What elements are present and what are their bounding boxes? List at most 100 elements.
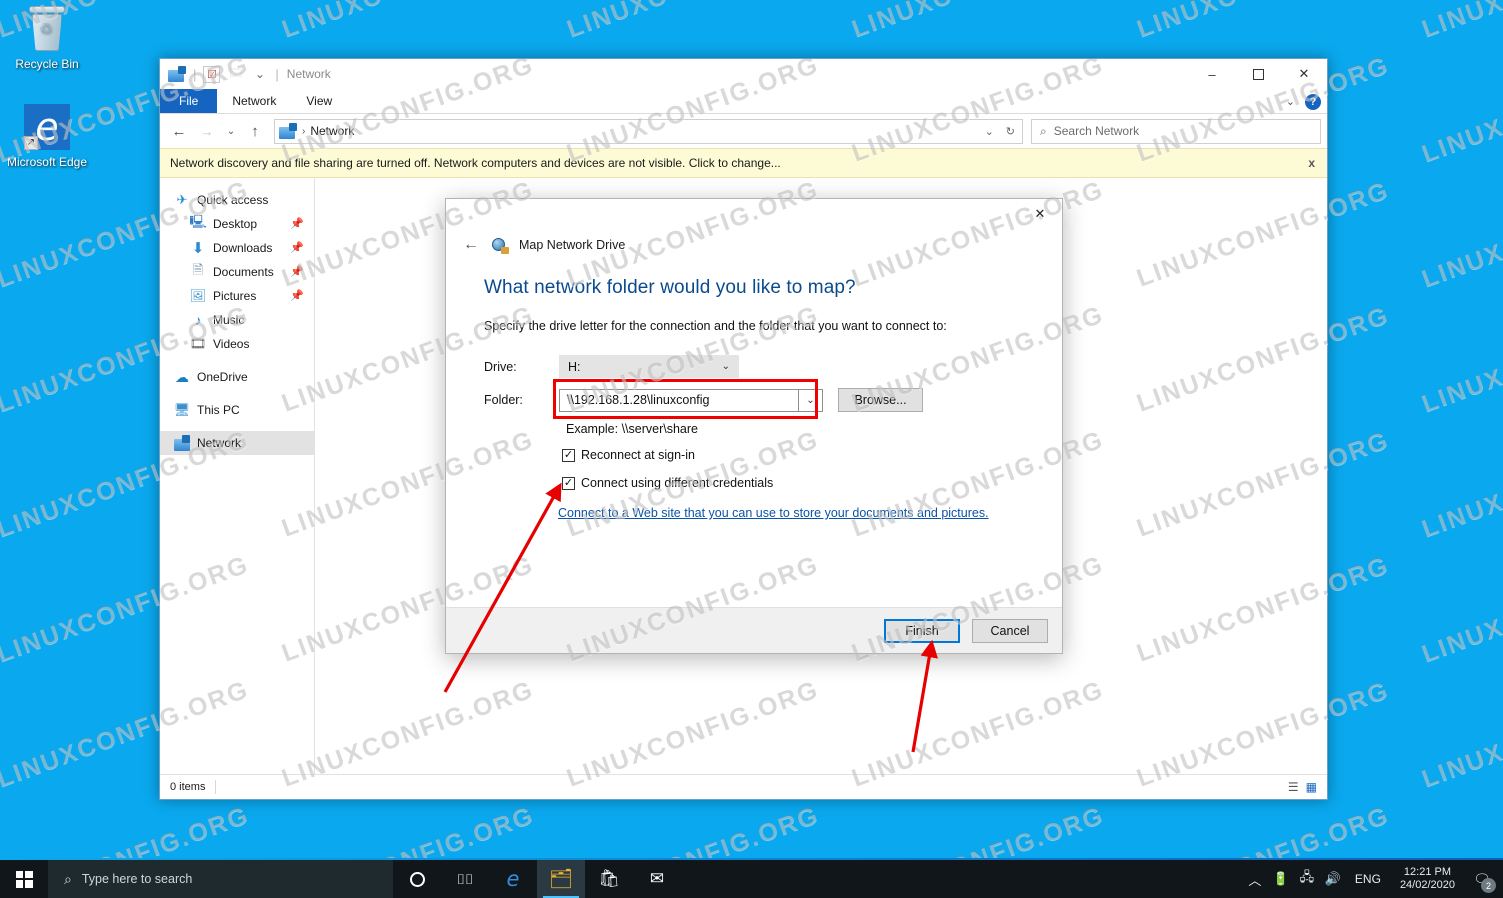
tab-view[interactable]: View [291,89,347,113]
new-folder-icon[interactable]: 🗀 [227,66,244,83]
sidebar-item-downloads[interactable]: ⬇ Downloads 📌 [160,236,314,260]
chevron-down-icon[interactable]: ⌄ [251,66,268,83]
close-icon[interactable]: ✕ [1018,199,1062,229]
sidebar-item-onedrive[interactable]: ☁ OneDrive [160,365,314,389]
watermark-text: LINUXCONFIG.ORG [563,0,823,44]
network-icon[interactable]: 🖧 [1294,860,1320,898]
large-icons-view-icon[interactable]: ▦ [1306,780,1317,794]
language-indicator[interactable]: ENG [1346,872,1390,886]
clock[interactable]: 12:21 PM 24/02/2020 [1390,866,1465,892]
browse-label: Browse... [854,393,907,407]
circle-icon [409,871,425,887]
refresh-icon[interactable]: ↻ [1006,125,1015,138]
dialog-body: What network folder would you like to ma… [446,259,1062,607]
taskbar-search-input[interactable]: ⌕ Type here to search [48,860,393,898]
search-input[interactable]: ⌕ Search Network [1031,118,1321,144]
chevron-down-icon[interactable]: ⌄ [985,125,994,138]
sidebar-item-music[interactable]: ♪ Music [160,308,314,332]
sidebar-item-documents[interactable]: 🗎 Documents 📌 [160,260,314,284]
sidebar-item-label: Network [197,436,242,450]
divider: | [193,66,197,82]
sidebar-item-quick-access[interactable]: ✈ Quick access [160,188,314,212]
tab-network[interactable]: Network [217,89,291,113]
watermark-text: LINUXCONFIG.ORG [1418,175,1503,293]
status-bar: 0 items ☰ ▦ [160,774,1327,799]
watermark-text: LINUXCONFIG.ORG [1418,300,1503,418]
folder-example-text: Example: \\server\share [566,422,698,436]
taskbar-accent-line [0,858,1503,860]
start-button[interactable] [0,860,48,898]
sidebar-item-desktop[interactable]: 🖳 Desktop 📌 [160,212,314,236]
file-explorer-button[interactable]: 🗂 [537,860,585,898]
pin-icon[interactable]: 📌 [290,241,304,254]
breadcrumb-item-network[interactable]: Network [310,124,354,138]
connect-to-website-link[interactable]: Connect to a Web site that you can use t… [558,506,989,520]
close-button[interactable]: ✕ [1281,59,1327,89]
sidebar-item-label: Videos [213,337,250,351]
finish-button[interactable]: Finish [884,618,960,643]
volume-icon[interactable]: 🔊 [1320,860,1346,898]
network-icon [279,123,297,139]
watermark-text: LINUXCONFIG.ORG [1418,425,1503,543]
maximize-button[interactable] [1235,59,1281,89]
drive-label: Drive: [484,359,517,374]
folder-path-input[interactable]: \\192.168.1.28\linuxconfig [559,388,799,412]
drive-row: Drive: H: ⌄ [484,355,1062,378]
watermark-text: LINUXCONFIG.ORG [1418,675,1503,793]
close-icon[interactable]: x [1308,156,1315,170]
folder-label: Folder: [484,393,523,407]
folder-dropdown-button[interactable]: ⌄ [799,388,823,412]
notification-count-badge: 2 [1481,878,1496,893]
browse-button[interactable]: Browse... [838,388,923,412]
battery-icon[interactable]: 🔋 [1268,860,1294,898]
help-icon[interactable]: ? [1305,93,1321,110]
recycle-bin-icon: ♲ [25,6,69,52]
folder-input-group: \\192.168.1.28\linuxconfig ⌄ Browse... [553,379,923,419]
desktop-icon-microsoft-edge[interactable]: e ↗ Microsoft Edge [4,104,90,169]
pin-icon[interactable]: 📌 [290,265,304,278]
up-button[interactable]: ↑ [242,118,268,144]
cancel-label: Cancel [990,623,1030,638]
cortana-button[interactable] [393,860,441,898]
microsoft-store-button[interactable]: 🛍 [585,860,633,898]
network-icon [174,435,190,451]
checkbox-label: Connect using different credentials [581,476,774,490]
task-view-button[interactable]: ⌷⌷ [441,860,489,898]
sidebar-item-network[interactable]: Network [160,431,314,455]
recent-locations-button[interactable]: ⌄ [222,118,240,144]
network-discovery-notification[interactable]: Network discovery and file sharing are t… [160,148,1327,178]
chevron-down-icon[interactable]: ⌄ [1286,95,1295,108]
music-note-icon: ♪ [194,312,202,328]
pin-icon[interactable]: 📌 [290,289,304,302]
sidebar-item-videos[interactable]: 🎞 Videos [160,332,314,356]
sidebar-item-pictures[interactable]: 🖼 Pictures 📌 [160,284,314,308]
desktop-icon-label: Recycle Bin [15,57,79,71]
sidebar-item-label: Pictures [213,289,257,303]
drive-letter-select[interactable]: H: ⌄ [559,355,739,378]
action-center-button[interactable]: 🗨 2 [1465,860,1499,898]
checkbox-connect-different-credentials[interactable]: ✓ Connect using different credentials [562,476,1062,490]
edge-button[interactable]: e [489,860,537,898]
back-button[interactable]: ← [166,118,192,144]
dialog-heading: What network folder would you like to ma… [484,277,856,298]
back-button[interactable]: ← [460,234,482,256]
tab-file[interactable]: File [160,89,218,113]
forward-button[interactable]: → [194,118,220,144]
minimize-button[interactable]: – [1189,59,1235,89]
checkbox-reconnect-at-sign-in[interactable]: ✓ Reconnect at sign-in [562,448,1062,462]
breadcrumb[interactable]: › Network ⌄ ↻ [274,118,1023,144]
mail-button[interactable]: ✉ [633,860,681,898]
cancel-button[interactable]: Cancel [972,618,1048,643]
properties-icon[interactable]: ☑ [203,65,221,83]
window-title: Network [286,67,331,81]
navigation-bar: ← → ⌄ ↑ › Network ⌄ ↻ ⌕ Search Network [160,114,1327,148]
dialog-title: Map Network Drive [519,238,626,252]
desktop-icon-recycle-bin[interactable]: ♲ Recycle Bin [4,6,90,71]
chevron-up-icon[interactable]: ︿ [1242,860,1268,898]
details-view-icon[interactable]: ☰ [1288,780,1299,794]
task-view-icon: ⌷⌷ [456,870,474,887]
pin-icon[interactable]: 📌 [290,217,304,230]
sidebar-item-this-pc[interactable]: 🖥 This PC [160,398,314,422]
